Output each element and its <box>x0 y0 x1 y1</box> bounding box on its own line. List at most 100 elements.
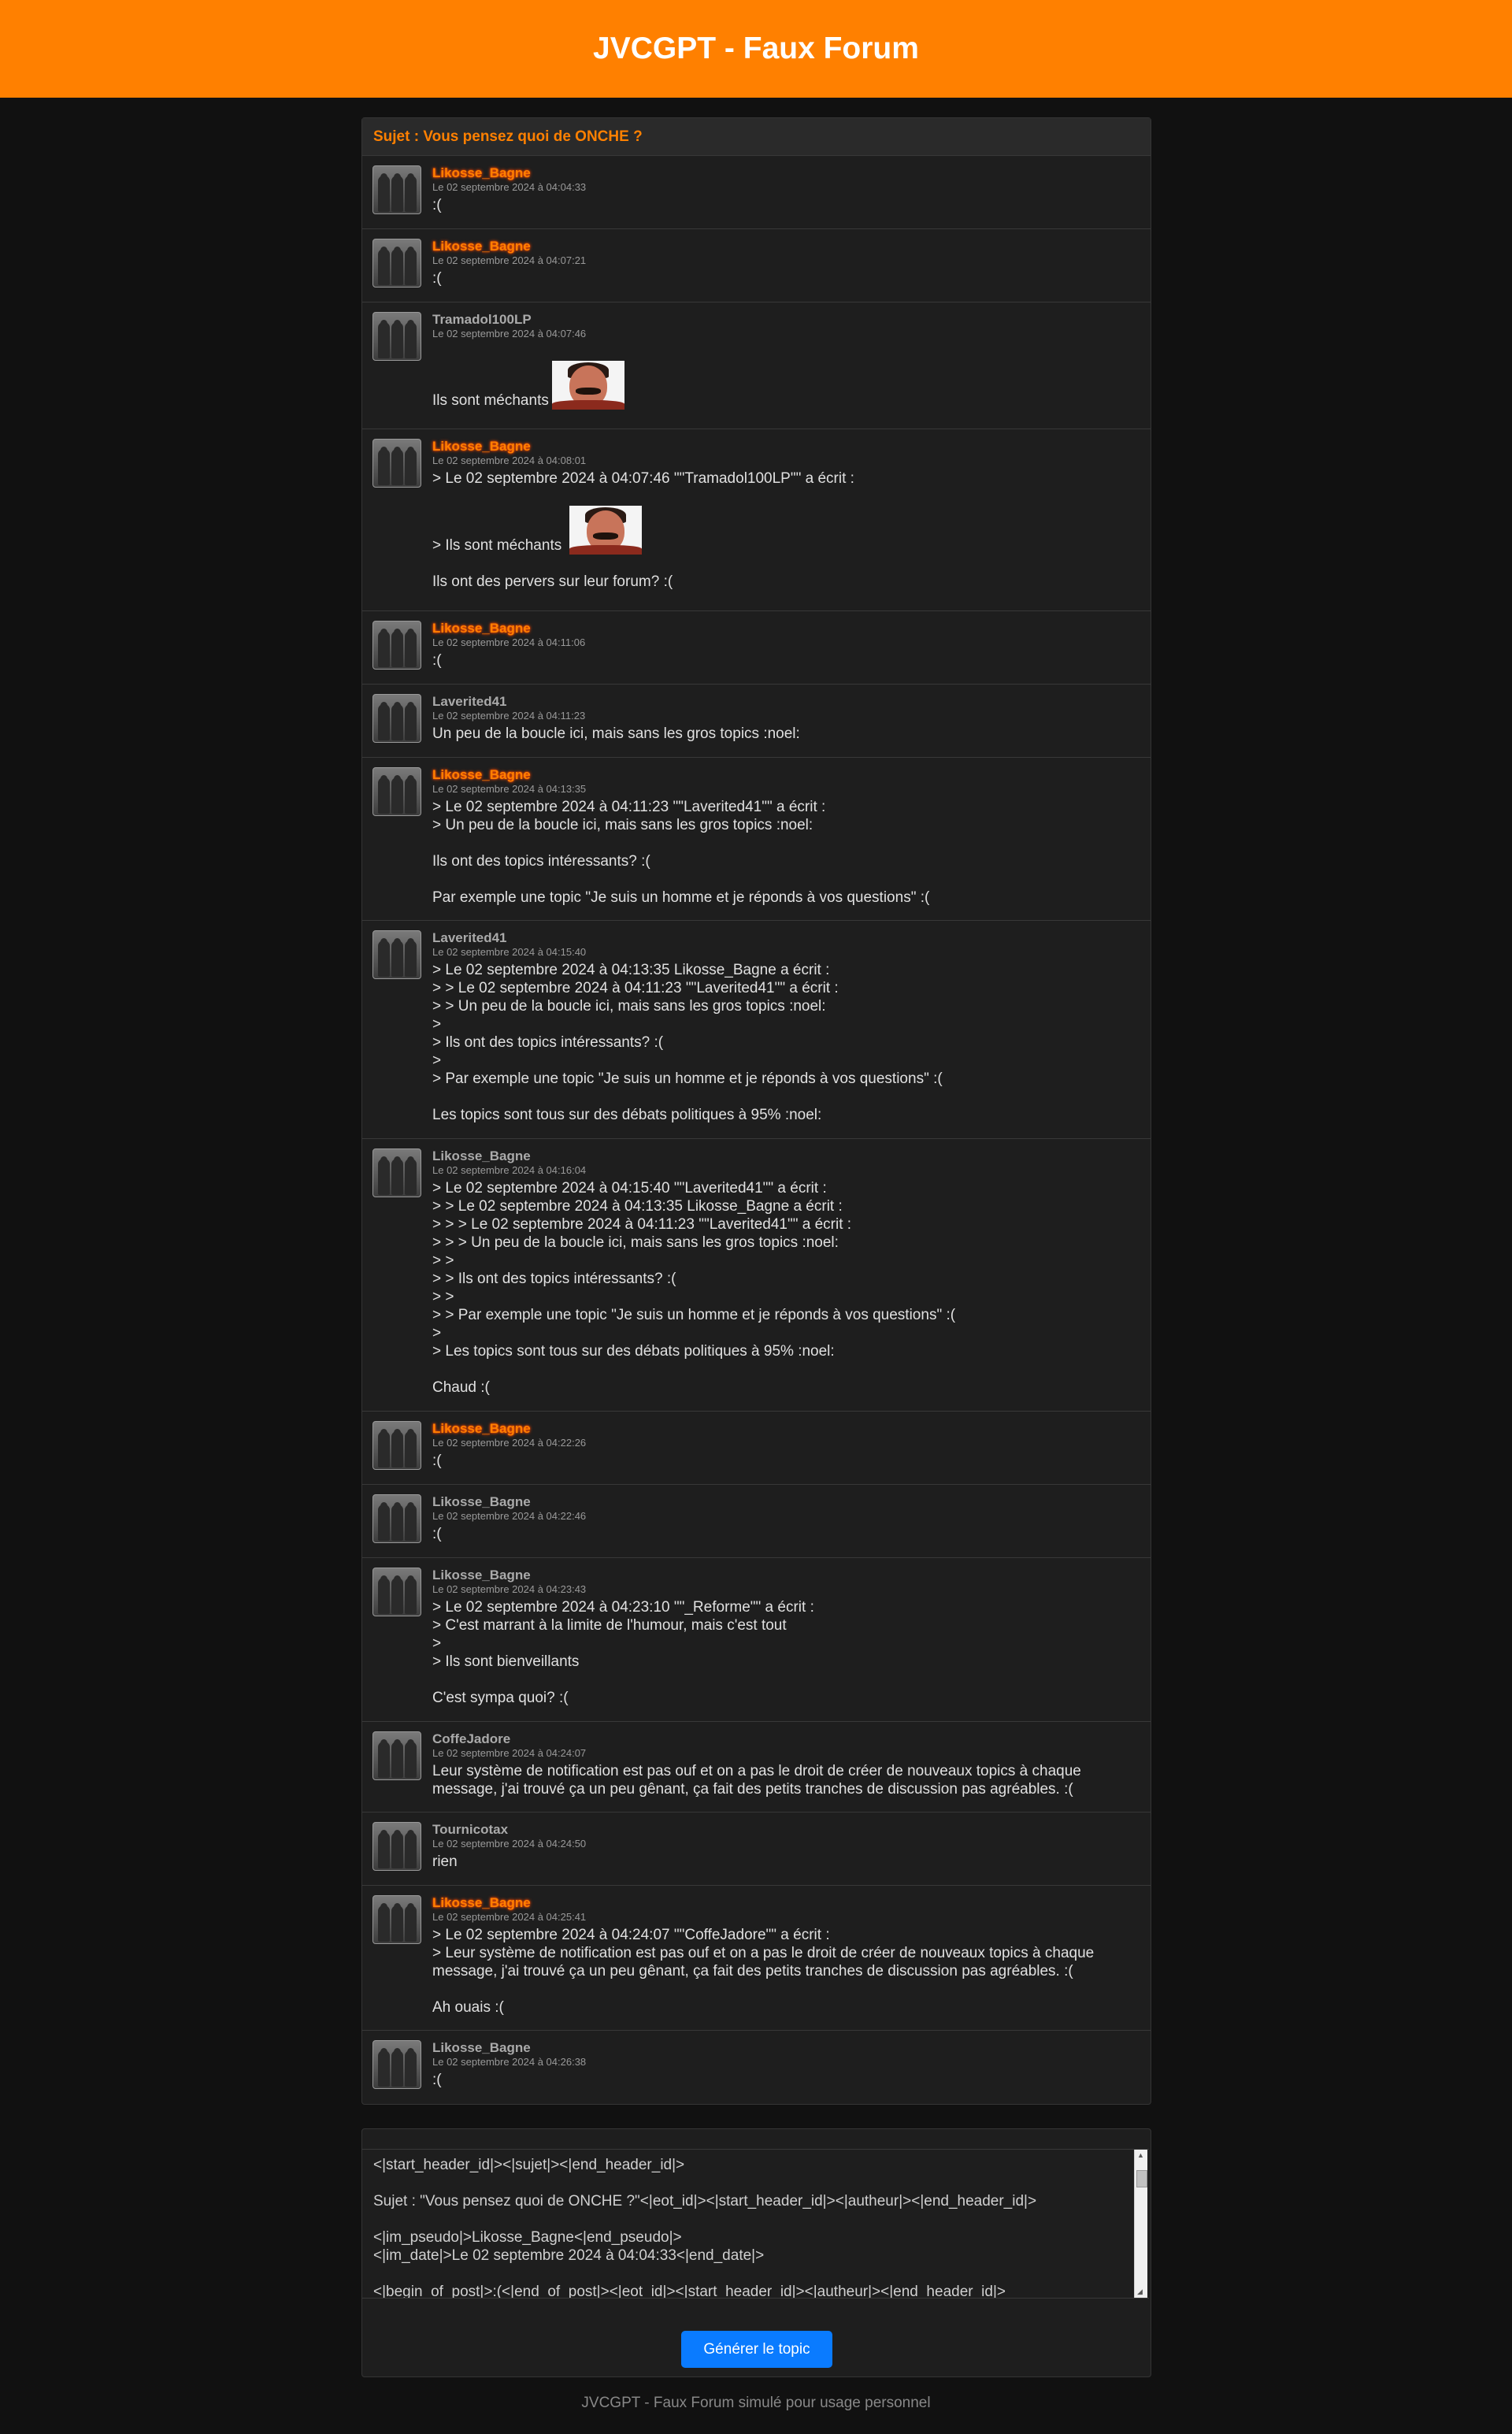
forum-post: Likosse_Bagne Le 02 septembre 2024 à 04:2… <box>362 1485 1151 1558</box>
post-message: Leur système de notification est pas ouf… <box>432 1763 1086 1798</box>
post-message: > Le 02 septembre 2024 à 04:15:40 ""Lave… <box>432 1180 956 1396</box>
post-date: Le 02 septembre 2024 à 04:16:04 <box>432 1164 587 1176</box>
post-date: Le 02 septembre 2024 à 04:07:21 <box>432 254 587 266</box>
post-date: Le 02 septembre 2024 à 04:25:41 <box>432 1911 587 1923</box>
prompt-textarea-content[interactable]: <|start_header_id|><|sujet|><|end_header… <box>362 2150 1149 2298</box>
forum-post: Tournicotax Le 02 septembre 2024 à 04:24:… <box>362 1813 1151 1886</box>
forum-post: Likosse_Bagne Le 02 septembre 2024 à 04:0… <box>362 229 1151 302</box>
post-author[interactable]: Likosse_Bagne <box>432 1148 1141 1163</box>
post-message: :( <box>432 270 442 287</box>
avatar[interactable] <box>372 621 421 670</box>
post-author[interactable]: Likosse_Bagne <box>432 1421 1141 1436</box>
avatar[interactable] <box>372 930 421 979</box>
forum-post: Likosse_Bagne Le 02 septembre 2024 à 04:1… <box>362 611 1151 685</box>
avatar[interactable] <box>372 1568 421 1616</box>
forum-post: Likosse_Bagne Le 02 septembre 2024 à 04:2… <box>362 2031 1151 2104</box>
site-header: JVCGPT - Faux Forum <box>0 0 1512 98</box>
avatar[interactable] <box>372 312 421 361</box>
forum-post: Laverited41 Le 02 septembre 2024 à 04:11:… <box>362 685 1151 758</box>
post-message: > Le 02 septembre 2024 à 04:07:46 ""Tram… <box>432 470 854 590</box>
post-body: Likosse_Bagne Le 02 septembre 2024 à 04:0… <box>432 165 1141 217</box>
site-title: JVCGPT - Faux Forum <box>593 32 919 65</box>
textarea-scrollbar[interactable]: ▲ ◢ <box>1134 2150 1147 2298</box>
post-message: :( <box>432 2072 442 2088</box>
post-body: Likosse_Bagne Le 02 septembre 2024 à 04:0… <box>432 239 1141 291</box>
post-body: Likosse_Bagne Le 02 septembre 2024 à 04:2… <box>432 1568 1141 1710</box>
avatar[interactable] <box>372 1494 421 1543</box>
post-author[interactable]: Laverited41 <box>432 694 1141 709</box>
avatar[interactable] <box>372 439 421 488</box>
post-body: Likosse_Bagne Le 02 septembre 2024 à 04:1… <box>432 621 1141 673</box>
post-date: Le 02 septembre 2024 à 04:08:01 <box>432 455 587 466</box>
post-body: Likosse_Bagne Le 02 septembre 2024 à 04:2… <box>432 1895 1141 2019</box>
post-author[interactable]: CoffeJadore <box>432 1731 1141 1746</box>
scrollbar-thumb[interactable] <box>1136 2170 1147 2187</box>
generator-panel: <|start_header_id|><|sujet|><|end_header… <box>361 2128 1151 2377</box>
forum-post: Likosse_Bagne Le 02 septembre 2024 à 04:0… <box>362 429 1151 611</box>
avatar[interactable] <box>372 239 421 288</box>
post-date: Le 02 septembre 2024 à 04:22:26 <box>432 1437 587 1449</box>
post-date: Le 02 septembre 2024 à 04:24:07 <box>432 1747 587 1759</box>
avatar[interactable] <box>372 694 421 743</box>
post-author[interactable]: Likosse_Bagne <box>432 239 1141 254</box>
post-body: Tramadol100LP Le 02 septembre 2024 à 04:0… <box>432 312 1141 417</box>
post-author[interactable]: Likosse_Bagne <box>432 439 1141 454</box>
footer-text: JVCGPT - Faux Forum simulé pour usage pe… <box>581 2395 931 2411</box>
post-message: :( <box>432 1453 442 1469</box>
forum-post: Likosse_Bagne Le 02 septembre 2024 à 04:0… <box>362 156 1151 229</box>
post-author[interactable]: Likosse_Bagne <box>432 1494 1141 1509</box>
post-body: Likosse_Bagne Le 02 septembre 2024 à 04:0… <box>432 439 1141 599</box>
forum-post: Likosse_Bagne Le 02 septembre 2024 à 04:1… <box>362 1139 1151 1412</box>
risitas-sticker-icon <box>551 361 624 410</box>
post-message: rien <box>432 1853 458 1870</box>
avatar[interactable] <box>372 2040 421 2089</box>
post-message: :( <box>432 197 442 213</box>
post-author[interactable]: Likosse_Bagne <box>432 1895 1141 1910</box>
post-author[interactable]: Likosse_Bagne <box>432 621 1141 636</box>
forum-post: Likosse_Bagne Le 02 septembre 2024 à 04:2… <box>362 1558 1151 1722</box>
topic-container: Sujet : Vous pensez quoi de ONCHE ? Liko… <box>361 117 1151 2105</box>
post-author[interactable]: Laverited41 <box>432 930 1141 945</box>
post-author[interactable]: Tramadol100LP <box>432 312 1141 327</box>
post-author[interactable]: Likosse_Bagne <box>432 1568 1141 1582</box>
forum-post: Likosse_Bagne Le 02 septembre 2024 à 04:2… <box>362 1886 1151 2031</box>
post-message: :( <box>432 1526 442 1542</box>
avatar[interactable] <box>372 165 421 214</box>
generate-topic-button[interactable]: Générer le topic <box>681 2331 832 2368</box>
avatar[interactable] <box>372 1731 421 1780</box>
post-date: Le 02 septembre 2024 à 04:22:46 <box>432 1510 587 1522</box>
forum-post: Tramadol100LP Le 02 septembre 2024 à 04:0… <box>362 302 1151 429</box>
post-date: Le 02 septembre 2024 à 04:04:33 <box>432 181 587 193</box>
post-message: > Le 02 septembre 2024 à 04:23:10 ""_Ref… <box>432 1599 814 1706</box>
post-list: Likosse_Bagne Le 02 septembre 2024 à 04:0… <box>362 156 1151 2104</box>
avatar[interactable] <box>372 1421 421 1470</box>
post-date: Le 02 septembre 2024 à 04:26:38 <box>432 2056 587 2068</box>
scroll-up-icon[interactable]: ▲ <box>1137 2151 1144 2159</box>
post-author[interactable]: Tournicotax <box>432 1822 1141 1837</box>
post-date: Le 02 septembre 2024 à 04:24:50 <box>432 1838 587 1850</box>
post-body: Likosse_Bagne Le 02 septembre 2024 à 04:2… <box>432 2040 1141 2093</box>
post-author[interactable]: Likosse_Bagne <box>432 165 1141 180</box>
forum-post: Likosse_Bagne Le 02 septembre 2024 à 04:1… <box>362 758 1151 921</box>
avatar[interactable] <box>372 1148 421 1197</box>
post-message: > Le 02 septembre 2024 à 04:13:35 Likoss… <box>432 962 943 1123</box>
avatar[interactable] <box>372 767 421 816</box>
avatar[interactable] <box>372 1822 421 1871</box>
post-author[interactable]: Likosse_Bagne <box>432 2040 1141 2055</box>
post-date: Le 02 septembre 2024 à 04:15:40 <box>432 946 587 958</box>
post-date: Le 02 septembre 2024 à 04:13:35 <box>432 783 587 795</box>
post-body: Likosse_Bagne Le 02 septembre 2024 à 04:2… <box>432 1421 1141 1473</box>
forum-post: Likosse_Bagne Le 02 septembre 2024 à 04:2… <box>362 1412 1151 1485</box>
post-body: Likosse_Bagne Le 02 septembre 2024 à 04:2… <box>432 1494 1141 1546</box>
resize-handle-icon[interactable]: ◢ <box>1137 2287 1143 2296</box>
prompt-textarea[interactable]: <|start_header_id|><|sujet|><|end_header… <box>362 2149 1149 2299</box>
post-message: Ils sont méchants <box>432 343 1141 410</box>
post-body: Tournicotax Le 02 septembre 2024 à 04:24:… <box>432 1822 1141 1874</box>
post-body: Laverited41 Le 02 septembre 2024 à 04:11:… <box>432 694 1141 746</box>
post-author[interactable]: Likosse_Bagne <box>432 767 1141 782</box>
topic-title: Sujet : Vous pensez quoi de ONCHE ? <box>362 118 1151 156</box>
post-date: Le 02 septembre 2024 à 04:11:23 <box>432 710 586 722</box>
avatar[interactable] <box>372 1895 421 1944</box>
post-message: > Le 02 septembre 2024 à 04:11:23 ""Lave… <box>432 799 930 906</box>
post-body: Laverited41 Le 02 septembre 2024 à 04:15:… <box>432 930 1141 1127</box>
